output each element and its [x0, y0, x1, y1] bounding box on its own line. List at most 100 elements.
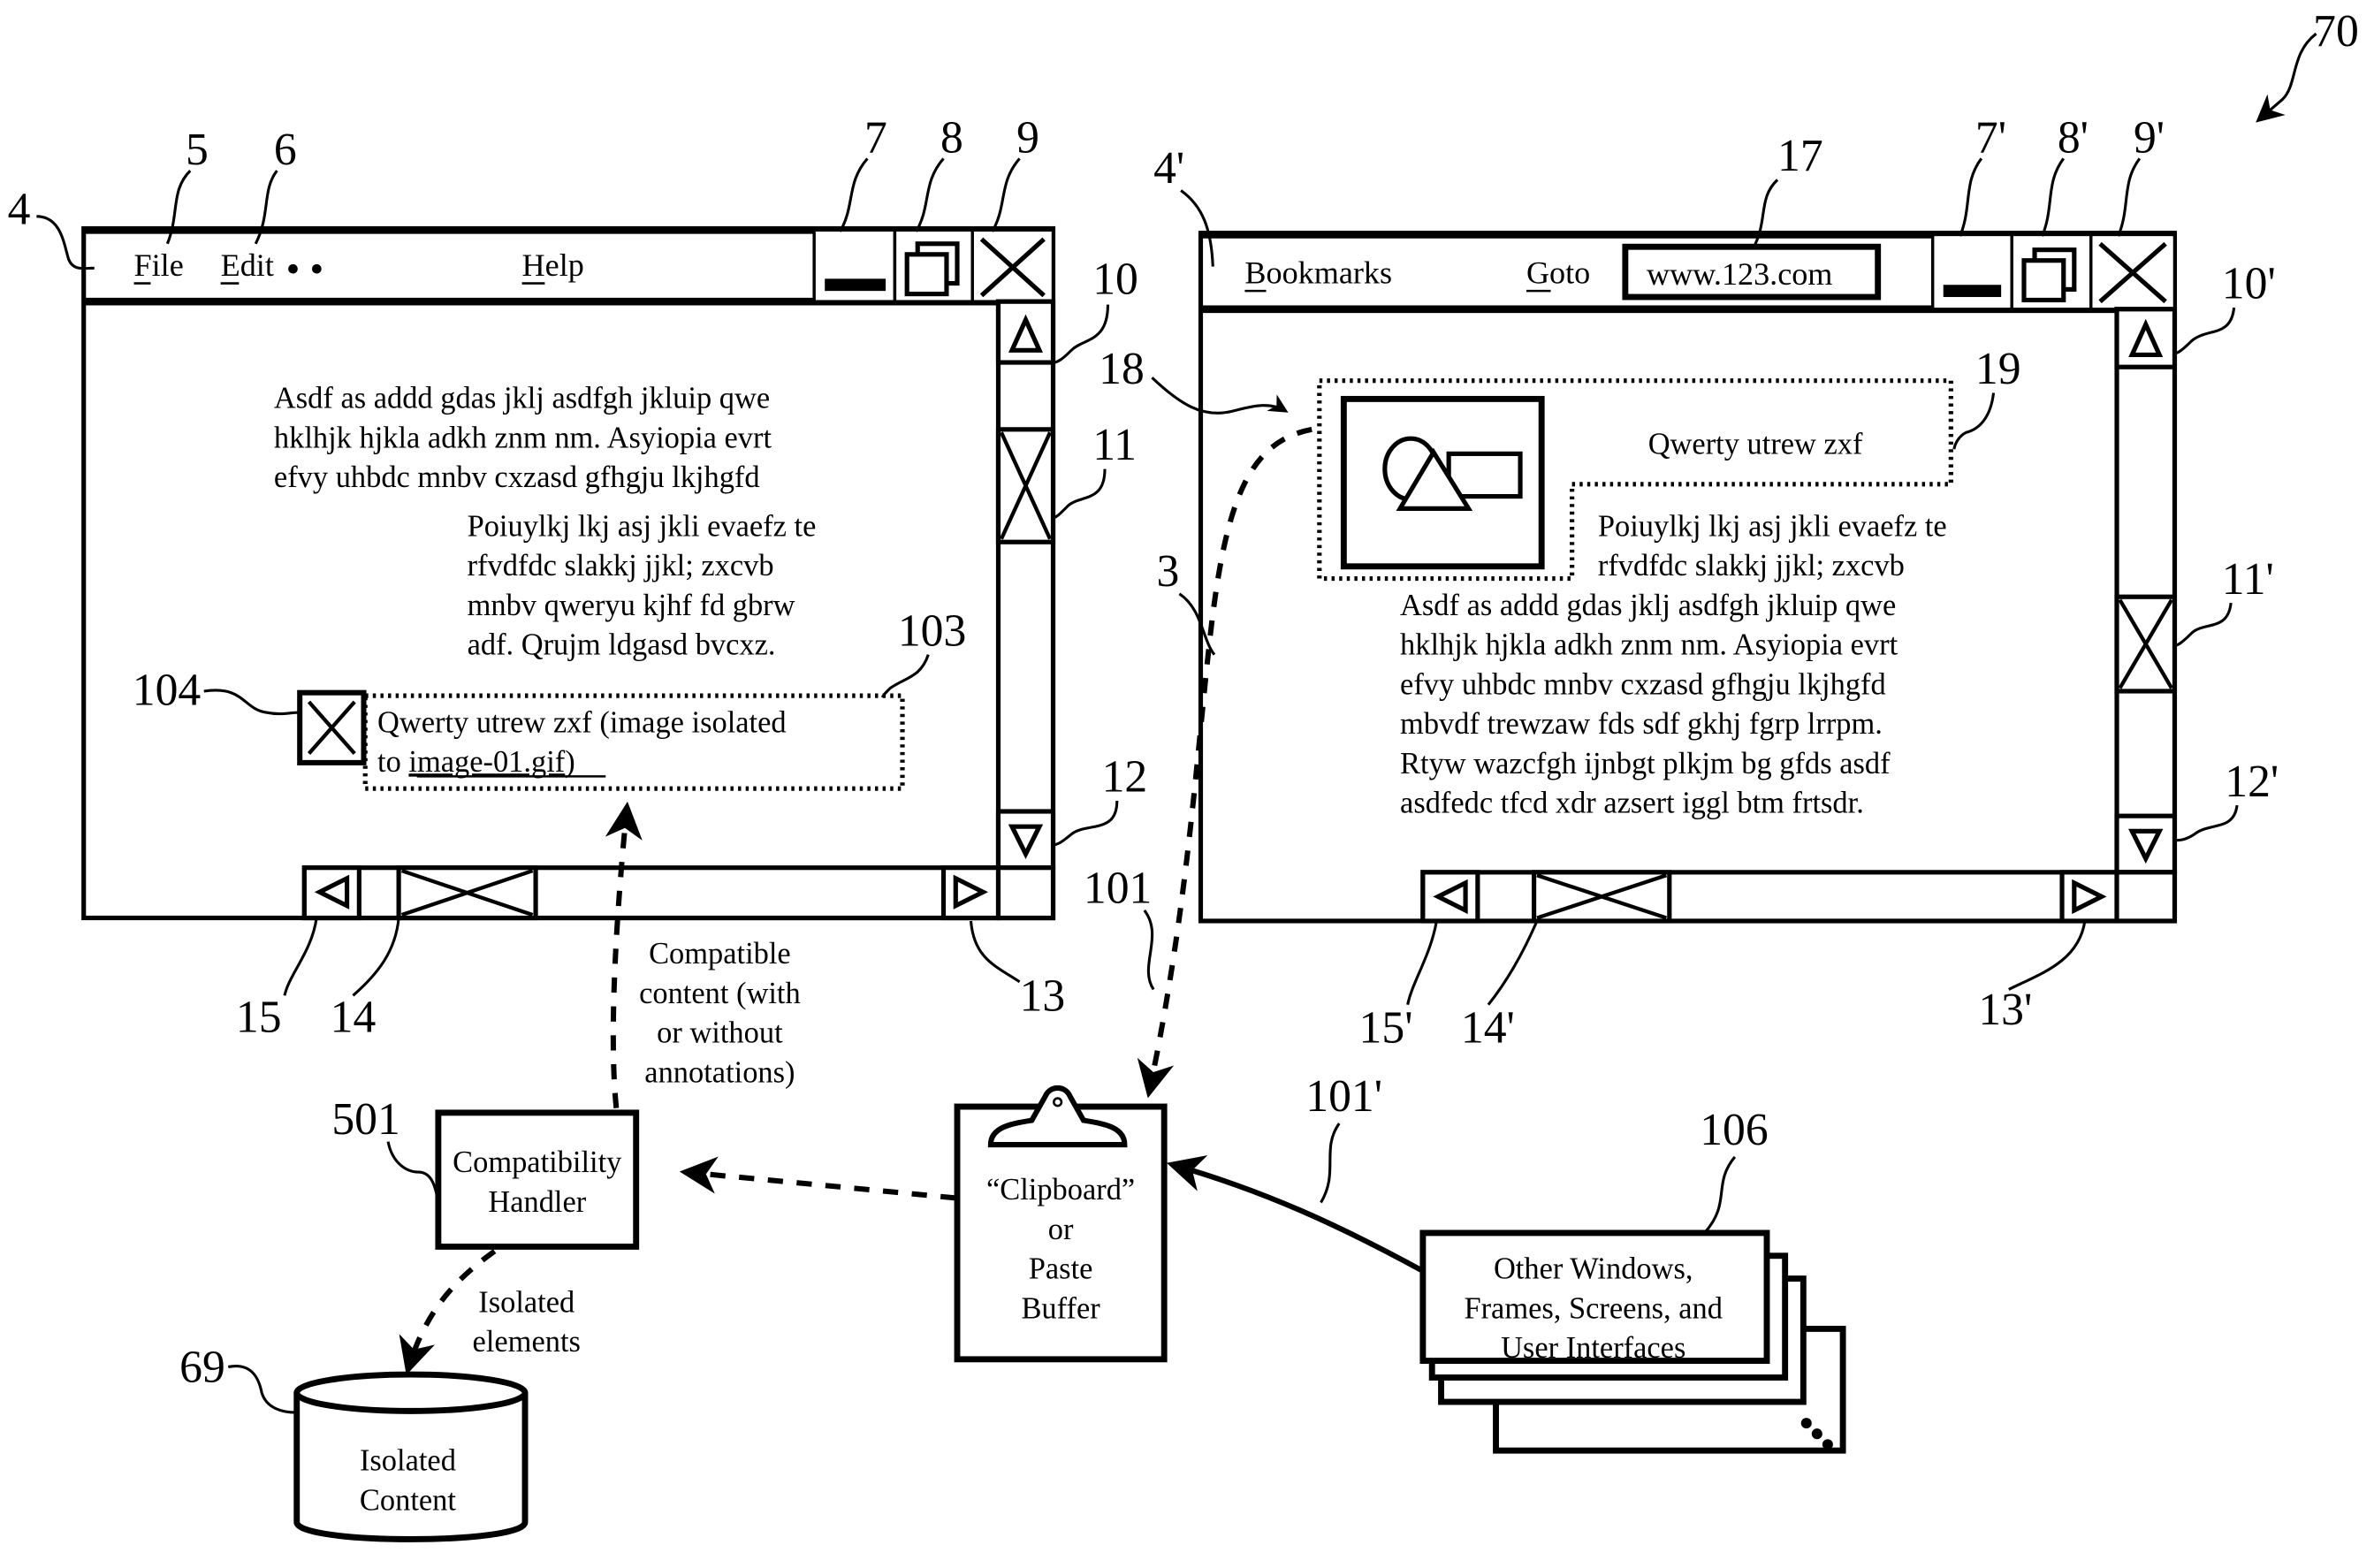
alt-text-line2: to image-01.gif): [377, 745, 575, 779]
figure-ref-70: 70: [2256, 6, 2359, 123]
right-vertical-scrollbar[interactable]: [2114, 307, 2178, 875]
text-line: Poiuylkj lkj asj jkli evaefz te: [468, 509, 817, 543]
text-line: Asdf as addd gdas jklj asdfgh jkluip qwe: [274, 382, 770, 415]
ref-7-prime: 7': [1975, 112, 2006, 163]
leader-101-prime: [1320, 1123, 1341, 1204]
ref-12: 12: [1102, 752, 1148, 803]
ref-3: 3: [1157, 546, 1180, 597]
ref-9-prime: 9': [2134, 112, 2165, 163]
ref-501: 501: [331, 1094, 399, 1145]
compatibility-handler: Compatibility Handler 501: [331, 1094, 640, 1250]
clipboard-label-line: Buffer: [1021, 1291, 1100, 1325]
text-line: mbvdf trewzaw fds sdf gkhj fgrp lrrpm.: [1400, 707, 1883, 741]
left-menu-help[interactable]: Help: [522, 247, 584, 285]
scroll-down-button[interactable]: [2114, 813, 2178, 875]
menu-bookmarks-label[interactable]: Bookmarks: [1244, 255, 1392, 291]
pasted-image[interactable]: [1340, 395, 1545, 570]
ref-13-prime: 13': [1978, 985, 2032, 1035]
clipboard: “Clipboard” or Paste Buffer: [954, 1085, 1168, 1363]
storage-label-line: Isolated: [360, 1444, 456, 1478]
ref-19: 19: [1975, 344, 2021, 394]
clipboard-label-line: “Clipboard”: [986, 1173, 1135, 1206]
ref-7: 7: [864, 112, 887, 163]
vscroll-track[interactable]: [2114, 307, 2178, 875]
text-line: rfvdfdc slakkj jjkl; zxcvb: [468, 549, 774, 582]
other-windows-flow-arrow: [1166, 1155, 1425, 1274]
clipboard-to-handler-arrow: [679, 1156, 956, 1201]
restore-icon-front: [2021, 258, 2066, 303]
leader-7-prime: [1959, 157, 1983, 237]
compatible-content-label: Compatible content (with or without anno…: [639, 937, 801, 1089]
scroll-right-button[interactable]: [2059, 870, 2119, 924]
right-menu-goto[interactable]: Goto: [1526, 255, 1590, 293]
left-close-button[interactable]: [970, 228, 1055, 303]
menu-goto-label[interactable]: Goto: [1526, 255, 1590, 291]
pasted-caption: Qwerty utrew zxf: [1648, 427, 1863, 461]
storage-label-line: Content: [360, 1483, 456, 1517]
leader-11-prime: [2174, 602, 2233, 647]
text-line: efvy uhbdc mnbv cxzasd gfhgju lkjhgfd: [1400, 667, 1886, 701]
leader-12: [1053, 800, 1119, 847]
scroll-corner: [2114, 870, 2178, 924]
menu-help-label[interactable]: Help: [522, 247, 584, 283]
right-minimize-button[interactable]: [1930, 232, 2013, 311]
ellipsis-dot: [1811, 1428, 1822, 1440]
other-windows-label-line: Other Windows,: [1494, 1252, 1693, 1286]
text-line: rfvdfdc slakkj jjkl; zxcvb: [1598, 549, 1905, 582]
isolated-elements-label: Isolated elements: [473, 1285, 581, 1359]
isolated-content-store: Isolated Content 69: [179, 1343, 529, 1542]
minimize-icon: [1943, 285, 2002, 298]
left-vertical-scrollbar[interactable]: [995, 299, 1056, 871]
menu-edit-label[interactable]: Edit: [221, 247, 274, 283]
clipboard-label-line: or: [1048, 1213, 1074, 1246]
ref-101: 101: [1084, 863, 1152, 913]
ref-6: 6: [274, 125, 297, 175]
left-restore-button[interactable]: [893, 228, 974, 303]
leader-8: [915, 157, 945, 232]
text-line: hklhjk hjkla adkh znm nm. Asyiopia evrt: [274, 421, 772, 454]
left-menu-file[interactable]: File: [134, 247, 184, 285]
leader-7: [839, 157, 869, 232]
scroll-left-button[interactable]: [1420, 870, 1480, 924]
url-field[interactable]: www.123.com: [1622, 243, 1882, 301]
menu-more-ellipsis[interactable]: • •: [286, 247, 324, 291]
ref-8: 8: [940, 112, 963, 163]
scroll-up-button[interactable]: [995, 299, 1056, 365]
broken-image-placeholder[interactable]: [297, 689, 367, 765]
right-menu-bookmarks[interactable]: Bookmarks: [1244, 255, 1392, 293]
leader-13-prime: [2008, 920, 2087, 991]
ref-10: 10: [1092, 255, 1138, 305]
other-windows-label-line: Frames, Screens, and: [1464, 1291, 1723, 1325]
right-restore-button[interactable]: [2010, 232, 2093, 311]
leader-69: [227, 1364, 297, 1414]
leader-13: [969, 920, 1021, 984]
left-horizontal-scrollbar[interactable]: [301, 865, 1056, 921]
right-horizontal-scrollbar[interactable]: [1420, 870, 2178, 924]
clipboard-label-line: Paste: [1029, 1252, 1093, 1286]
ref-4: 4: [8, 184, 31, 234]
figure-ref-label: 70: [2313, 6, 2359, 57]
isolated-image-link[interactable]: image-01.gif: [408, 745, 565, 779]
scroll-up-button[interactable]: [2114, 307, 2178, 369]
ref-18: 18: [1099, 344, 1145, 394]
label-line: elements: [473, 1325, 581, 1359]
right-close-button[interactable]: [2089, 232, 2177, 311]
scroll-corner: [995, 865, 1056, 921]
label-line: Isolated: [478, 1285, 574, 1319]
vscroll-track[interactable]: [995, 299, 1056, 871]
menu-file-label[interactable]: File: [134, 247, 184, 283]
text-line: adf. Qrujm ldgasd bvcxz.: [468, 628, 776, 662]
scroll-right-button[interactable]: [940, 865, 1001, 921]
left-paragraph-1: Asdf as addd gdas jklj asdfgh jkluip qwe…: [274, 382, 772, 495]
minimize-button-box[interactable]: [1930, 232, 2013, 311]
left-minimize-button[interactable]: [812, 228, 897, 303]
other-windows-label-line: User Interfaces: [1501, 1331, 1685, 1365]
ellipsis-dot: [1800, 1418, 1812, 1429]
handler-box: [435, 1109, 640, 1250]
text-line: mnbv qweryu kjhf fd gbrw: [468, 589, 795, 622]
scroll-left-button[interactable]: [301, 865, 361, 921]
scroll-down-button[interactable]: [995, 809, 1056, 871]
label-line: Compatible: [649, 937, 791, 970]
text-line: Rtyw wazcfgh ijnbgt plkjm bg gfds asdf: [1400, 747, 1891, 780]
url-field-value[interactable]: www.123.com: [1647, 256, 1832, 292]
